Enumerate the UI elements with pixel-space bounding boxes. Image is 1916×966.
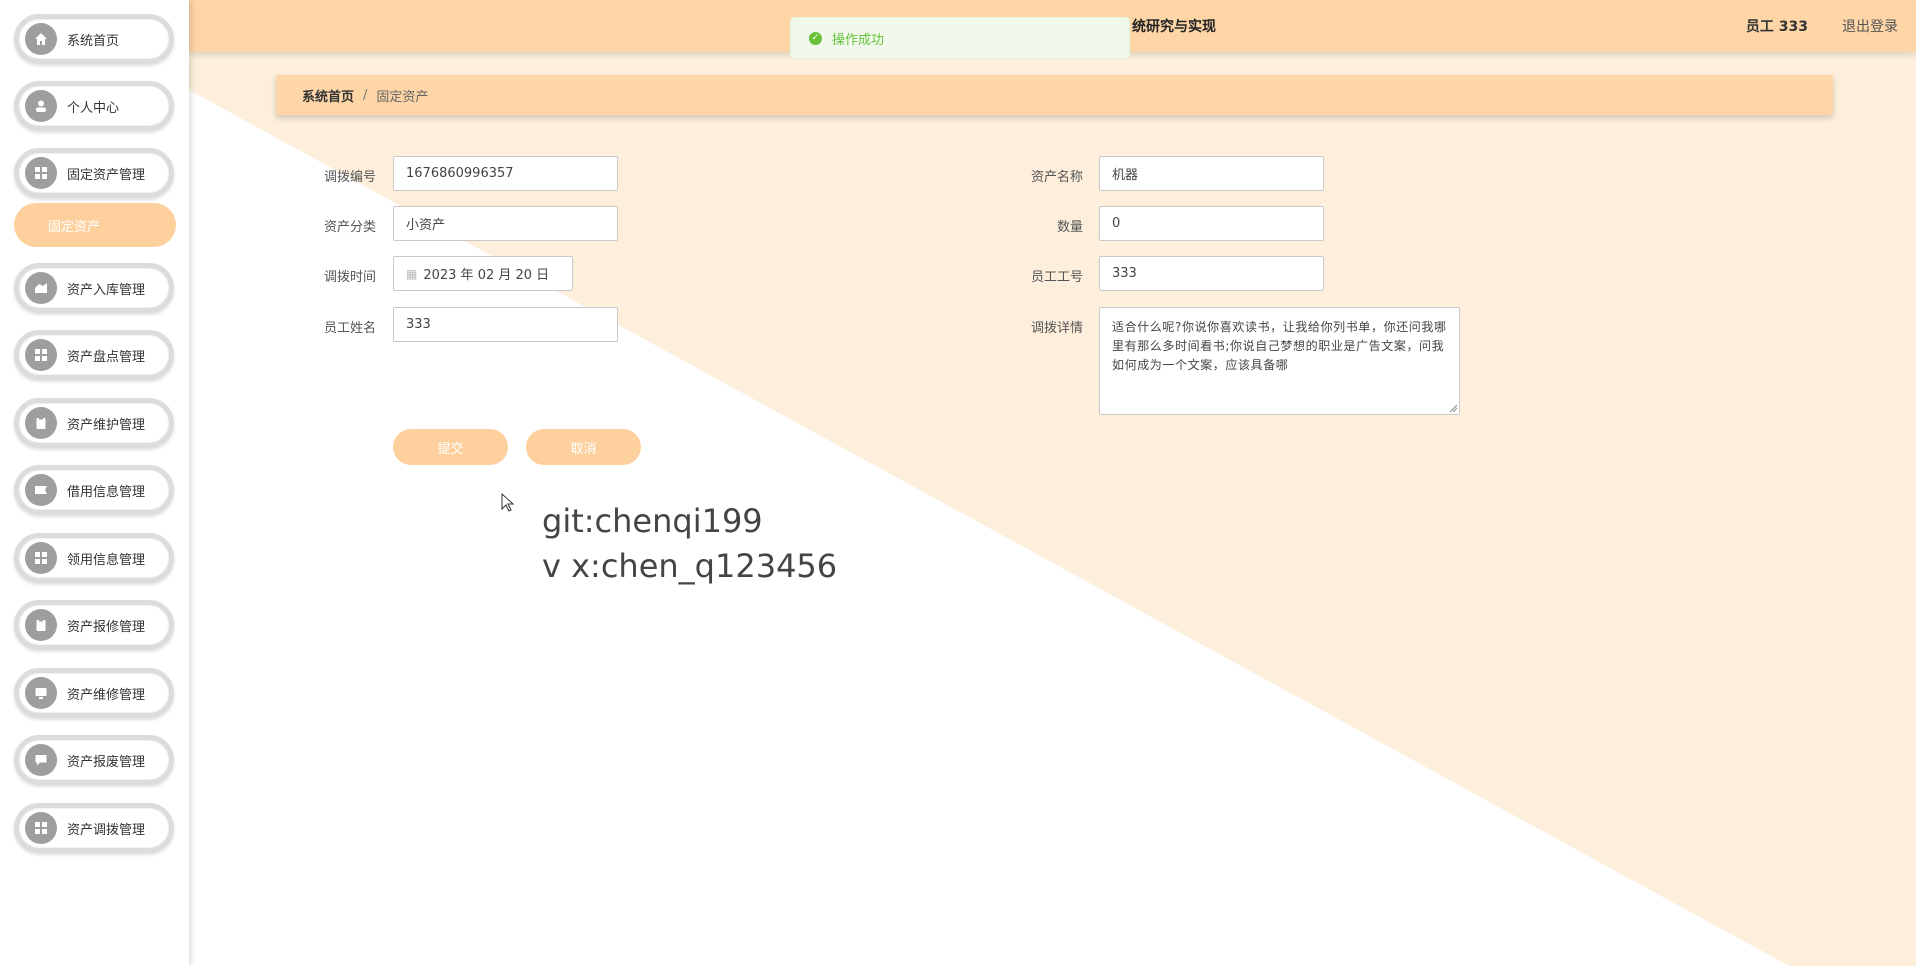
submit-button[interactable]: 提交 <box>393 429 508 465</box>
user-icon <box>25 90 57 122</box>
sidebar-item-receive-info[interactable]: 领用信息管理 <box>14 533 174 583</box>
sidebar-subitem-fixed-assets[interactable]: 固定资产 <box>14 203 176 247</box>
calendar-icon: ▦ <box>406 266 418 281</box>
sidebar-item-label: 资产报修管理 <box>67 619 146 635</box>
quantity-field[interactable]: 0 <box>1099 206 1324 241</box>
sidebar-item-home[interactable]: 系统首页 <box>14 14 174 64</box>
monitor-icon <box>25 677 57 709</box>
sidebar-item-label: 资产盘点管理 <box>67 349 146 365</box>
toast-message: 操作成功 <box>832 32 885 48</box>
ticket-icon <box>25 474 57 506</box>
employee-name-label: 员工姓名 <box>324 321 377 336</box>
employee-name-field[interactable]: 333 <box>393 307 618 342</box>
sidebar-item-asset-inventory[interactable]: 资产盘点管理 <box>14 330 174 380</box>
transfer-no-field[interactable]: 1676860996357 <box>393 156 618 191</box>
cancel-button[interactable]: 取消 <box>526 429 641 465</box>
asset-name-field[interactable]: 机器 <box>1099 156 1324 191</box>
watermark-line-2: v x:chen_q123456 <box>542 547 838 585</box>
grid-icon <box>25 339 57 371</box>
transfer-time-picker[interactable]: ▦ 2023 年 02 月 20 日 <box>393 256 573 291</box>
mouse-pointer-icon <box>501 493 515 512</box>
transfer-time-label: 调拨时间 <box>324 270 377 285</box>
watermark-line-1: git:chenqi199 <box>542 502 763 540</box>
check-circle-icon: ✓ <box>809 31 822 45</box>
sidebar-item-label: 资产维修管理 <box>67 687 146 703</box>
sidebar-item-label: 资产入库管理 <box>67 282 146 298</box>
sidebar-item-label: 资产调拨管理 <box>67 822 146 838</box>
chat-icon <box>25 744 57 776</box>
breadcrumb-current: 固定资产 <box>376 89 429 105</box>
sidebar-item-label: 固定资产管理 <box>67 167 146 183</box>
transfer-time-value: 2023 年 02 月 20 日 <box>423 268 550 283</box>
app-title: 统研究与实现 <box>1132 19 1216 35</box>
clipboard-icon <box>25 407 57 439</box>
quantity-label: 数量 <box>1057 220 1084 235</box>
sidebar-item-personal-center[interactable]: 个人中心 <box>14 81 174 131</box>
sidebar-item-borrow-info[interactable]: 借用信息管理 <box>14 465 174 515</box>
breadcrumb-separator: / <box>363 87 368 103</box>
background-panel <box>189 0 1916 966</box>
breadcrumb: 系统首页 / 固定资产 <box>276 75 1833 115</box>
grid-icon <box>25 157 57 189</box>
sidebar-item-asset-inbound[interactable]: 资产入库管理 <box>14 263 174 313</box>
sidebar-item-repair-report[interactable]: 资产报修管理 <box>14 600 174 650</box>
category-field[interactable]: 小资产 <box>393 206 618 241</box>
success-toast: ✓ 操作成功 <box>790 17 1130 59</box>
sidebar-item-label: 系统首页 <box>67 33 120 49</box>
sidebar-item-asset-transfer[interactable]: 资产调拨管理 <box>14 803 174 853</box>
home-icon <box>25 23 57 55</box>
sidebar-item-fixed-assets[interactable]: 固定资产管理 <box>14 148 174 198</box>
sidebar-item-asset-maintenance[interactable]: 资产维护管理 <box>14 398 174 448</box>
sidebar-item-label: 借用信息管理 <box>67 484 146 500</box>
clipboard-icon <box>25 609 57 641</box>
details-label: 调拨详情 <box>1031 321 1084 336</box>
transfer-no-label: 调拨编号 <box>324 170 377 185</box>
sidebar-item-label: 资产维护管理 <box>67 417 146 433</box>
details-textarea[interactable]: 适合什么呢?你说你喜欢读书，让我给你列书单，你还问我哪里有那么多时间看书;你说自… <box>1099 307 1460 415</box>
sidebar-item-asset-repair[interactable]: 资产维修管理 <box>14 668 174 718</box>
sidebar-item-asset-scrap[interactable]: 资产报废管理 <box>14 735 174 785</box>
sidebar: 系统首页 个人中心 固定资产管理 固定资产 资产入库管理 资产盘点管理 资产维护… <box>0 0 189 966</box>
logout-link[interactable]: 退出登录 <box>1842 16 1898 36</box>
resize-handle-icon[interactable] <box>1449 404 1458 413</box>
asset-name-label: 资产名称 <box>1031 170 1084 185</box>
current-user: 员工 333 <box>1745 19 1808 35</box>
category-label: 资产分类 <box>324 220 377 235</box>
sidebar-item-label: 个人中心 <box>67 100 120 116</box>
details-text: 适合什么呢?你说你喜欢读书，让我给你列书单，你还问我哪里有那么多时间看书;你说自… <box>1112 320 1447 372</box>
sidebar-item-label: 资产报废管理 <box>67 754 146 770</box>
breadcrumb-home[interactable]: 系统首页 <box>302 86 354 105</box>
employee-no-field[interactable]: 333 <box>1099 256 1324 291</box>
grid-icon <box>25 542 57 574</box>
employee-no-label: 员工工号 <box>1031 270 1084 285</box>
inbox-icon <box>25 272 57 304</box>
grid-icon <box>25 812 57 844</box>
sidebar-item-label: 领用信息管理 <box>67 552 146 568</box>
